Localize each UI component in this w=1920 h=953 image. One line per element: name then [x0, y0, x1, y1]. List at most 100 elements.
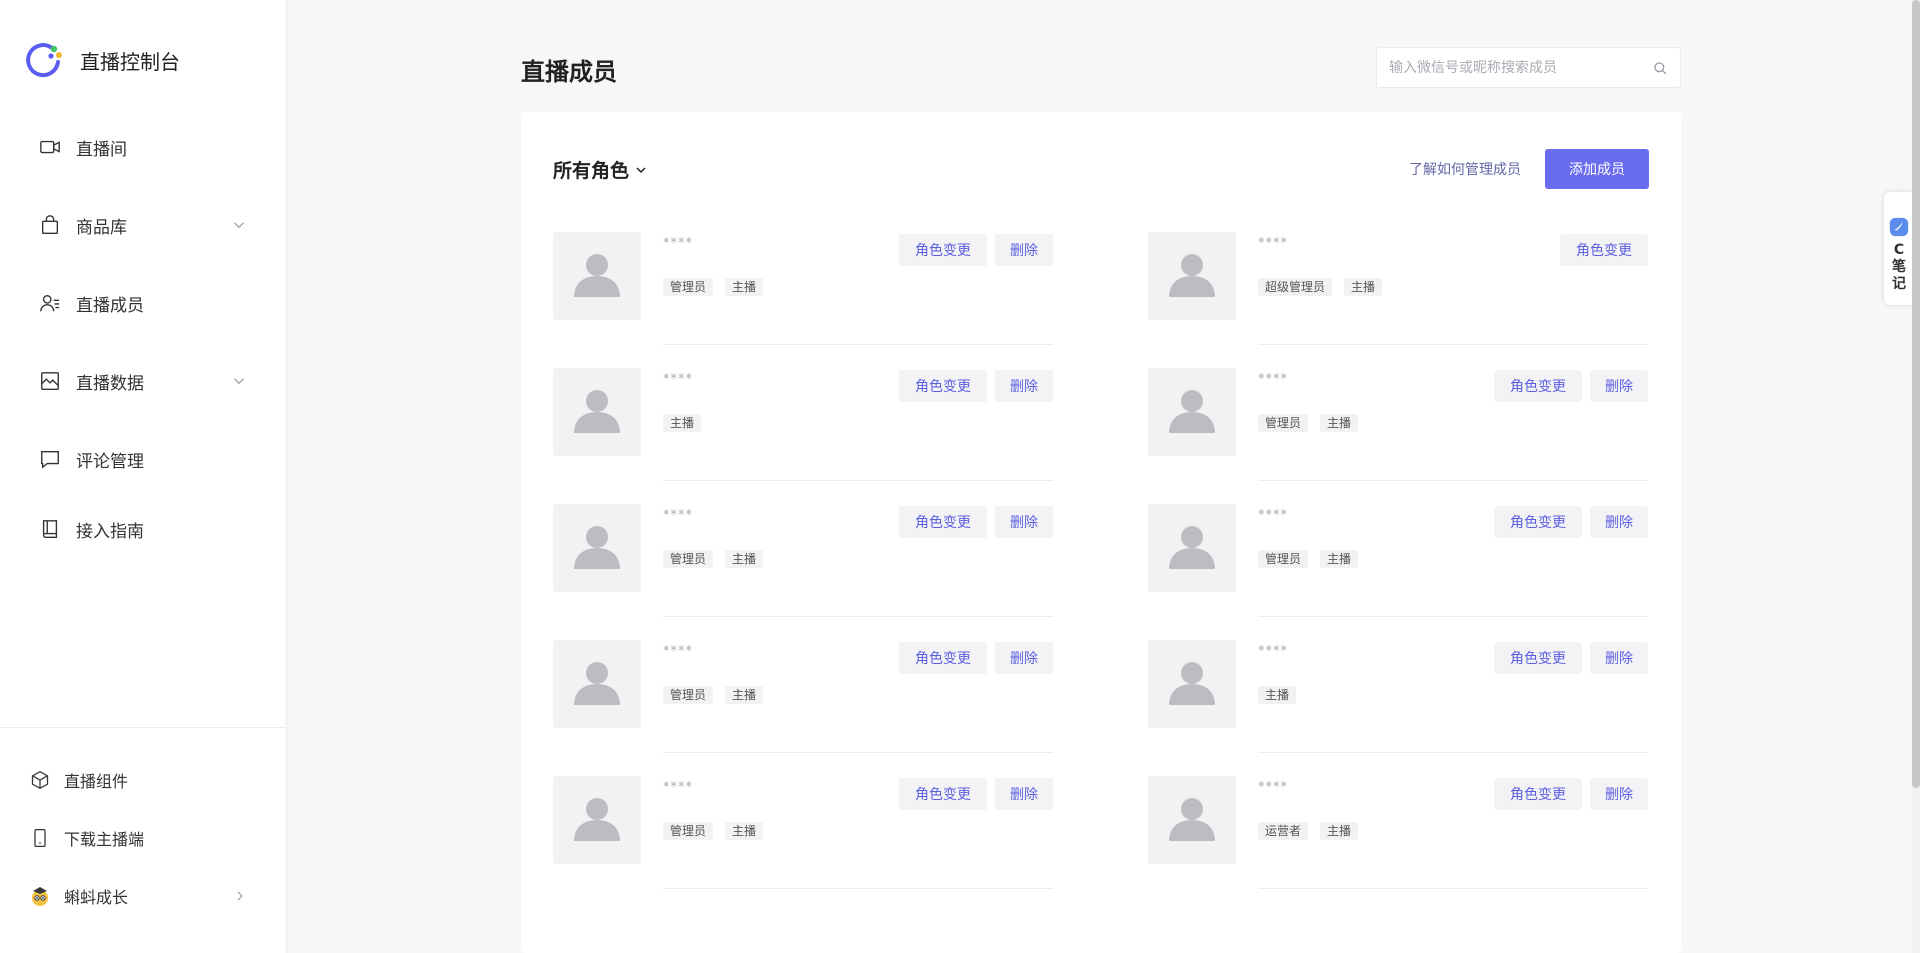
member-divider [1258, 480, 1648, 481]
delete-member-button[interactable]: 删除 [1590, 370, 1648, 402]
book-icon [38, 517, 62, 541]
sidebar: 直播控制台 直播间 商品库 直播成员 直播数据 评论管理 接入指南 直播组件 下… [0, 0, 287, 953]
default-avatar-icon [1166, 520, 1218, 576]
page-scrollbar-thumb[interactable] [1912, 0, 1920, 788]
member-role-tags: 管理员 主播 [663, 686, 775, 704]
member-avatar [1148, 776, 1236, 864]
change-role-button[interactable]: 角色变更 [1494, 370, 1582, 402]
member-name: **** [1258, 372, 1288, 387]
member-role-tags: 管理员 主播 [1258, 550, 1370, 568]
member-divider [663, 752, 1053, 753]
change-role-button[interactable]: 角色变更 [1494, 506, 1582, 538]
delete-member-button[interactable]: 删除 [995, 506, 1053, 538]
search-icon[interactable] [1652, 60, 1668, 76]
chevron-down-icon [234, 222, 244, 229]
role-filter-label: 所有角色 [553, 160, 630, 182]
member-role-tags: 管理员 主播 [1258, 414, 1370, 432]
page-title: 直播成员 [521, 58, 617, 86]
delete-member-button[interactable]: 删除 [995, 370, 1053, 402]
sidebar-item-products[interactable]: 商品库 [38, 203, 248, 247]
delete-member-button[interactable]: 删除 [995, 642, 1053, 674]
search-input[interactable] [1389, 59, 1652, 76]
sidebar-item-live-data[interactable]: 直播数据 [38, 359, 248, 403]
add-member-button[interactable]: 添加成员 [1545, 149, 1649, 189]
delete-member-button[interactable]: 删除 [1590, 642, 1648, 674]
default-avatar-icon [1166, 656, 1218, 712]
member-divider [663, 344, 1053, 345]
sidebar-item-tadpole-growth[interactable]: 蝌蚪成长 [28, 878, 248, 914]
delete-member-button[interactable]: 删除 [995, 234, 1053, 266]
change-role-button[interactable]: 角色变更 [899, 778, 987, 810]
c-note-text: C笔记 [1892, 242, 1906, 292]
delete-member-button[interactable]: 删除 [1590, 506, 1648, 538]
role-tag: 主播 [1320, 550, 1359, 568]
default-avatar-icon [1166, 248, 1218, 304]
role-filter-dropdown[interactable]: 所有角色 [553, 156, 649, 183]
member-divider [663, 616, 1053, 617]
member-item: **** 超级管理员 主播 角色变更 [1148, 232, 1648, 368]
member-avatar [553, 504, 641, 592]
change-role-button[interactable]: 角色变更 [899, 370, 987, 402]
learn-manage-members-link[interactable]: 了解如何管理成员 [1409, 159, 1521, 179]
member-avatar [1148, 368, 1236, 456]
role-tag: 运营者 [1258, 822, 1309, 840]
member-divider [663, 480, 1053, 481]
change-role-button[interactable]: 角色变更 [1494, 642, 1582, 674]
member-divider [1258, 752, 1648, 753]
sidebar-item-members[interactable]: 直播成员 [38, 281, 248, 325]
member-name: **** [663, 372, 693, 387]
sidebar-item-download-host[interactable]: 下载主播端 [28, 820, 248, 856]
app-root: 直播控制台 直播间 商品库 直播成员 直播数据 评论管理 接入指南 直播组件 下… [0, 0, 1920, 953]
delete-member-button[interactable]: 删除 [995, 778, 1053, 810]
member-item: **** 主播 角色变更 删除 [553, 368, 1053, 504]
member-name: **** [663, 508, 693, 523]
sidebar-item-comments[interactable]: 评论管理 [38, 437, 248, 481]
member-actions: 角色变更 删除 [1486, 370, 1648, 402]
change-role-button[interactable]: 角色变更 [899, 506, 987, 538]
sidebar-item-live-room[interactable]: 直播间 [38, 125, 248, 169]
shopping-bag-icon [38, 213, 62, 237]
member-actions: 角色变更 删除 [891, 778, 1053, 810]
cube-icon [28, 768, 52, 792]
change-role-button[interactable]: 角色变更 [1560, 234, 1648, 266]
member-item: **** 管理员 主播 角色变更 删除 [553, 232, 1053, 368]
phone-icon [28, 826, 52, 850]
member-avatar [1148, 232, 1236, 320]
member-role-tags: 主播 [663, 414, 713, 432]
note-widget-icon [1889, 217, 1909, 237]
sidebar-item-label: 直播数据 [76, 373, 144, 394]
member-actions: 角色变更 删除 [891, 234, 1053, 266]
member-divider [1258, 344, 1648, 345]
member-actions: 角色变更 删除 [1486, 506, 1648, 538]
member-name: **** [1258, 236, 1288, 251]
default-avatar-icon [571, 792, 623, 848]
sidebar-item-label: 商品库 [76, 217, 127, 238]
change-role-button[interactable]: 角色变更 [899, 642, 987, 674]
member-actions: 角色变更 删除 [891, 506, 1053, 538]
page-scrollbar-track[interactable] [1912, 0, 1920, 953]
member-name: **** [663, 236, 693, 251]
role-tag: 主播 [1258, 686, 1297, 704]
change-role-button[interactable]: 角色变更 [1494, 778, 1582, 810]
member-actions: 角色变更 删除 [891, 642, 1053, 674]
delete-member-button[interactable]: 删除 [1590, 778, 1648, 810]
default-avatar-icon [571, 656, 623, 712]
sidebar-item-label: 下载主播端 [64, 830, 145, 849]
role-tag: 管理员 [663, 278, 714, 296]
role-tag: 主播 [1344, 278, 1383, 296]
sidebar-item-guide[interactable]: 接入指南 [38, 507, 248, 551]
role-tag: 管理员 [1258, 414, 1309, 432]
sidebar-item-live-component[interactable]: 直播组件 [28, 762, 248, 798]
c-note-widget[interactable]: C笔记 [1884, 192, 1914, 305]
member-name: **** [1258, 508, 1288, 523]
member-avatar [1148, 504, 1236, 592]
member-role-tags: 运营者 主播 [1258, 822, 1370, 840]
member-role-tags: 主播 [1258, 686, 1308, 704]
change-role-button[interactable]: 角色变更 [899, 234, 987, 266]
member-item: **** 管理员 主播 角色变更 删除 [1148, 368, 1648, 504]
brand[interactable]: 直播控制台 [24, 40, 180, 80]
role-tag: 管理员 [663, 686, 714, 704]
role-tag: 管理员 [1258, 550, 1309, 568]
role-tag: 主播 [725, 822, 764, 840]
member-divider [663, 888, 1053, 889]
